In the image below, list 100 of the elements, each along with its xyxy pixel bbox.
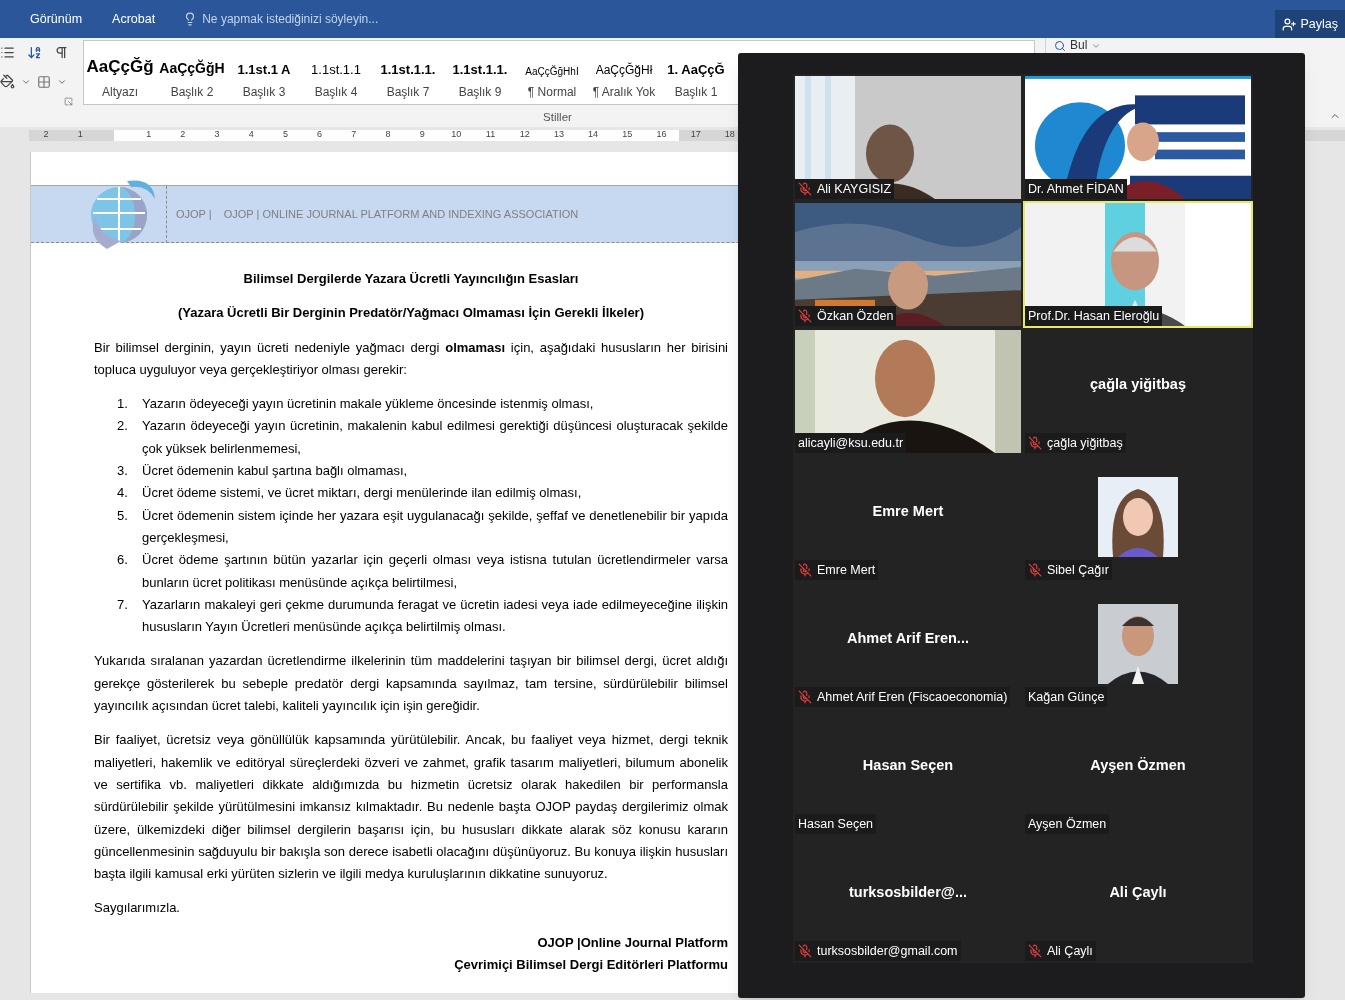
share-button[interactable]: Paylaş [1275, 10, 1345, 38]
style-sample: 1.1st.1.1 [311, 60, 361, 79]
list-item: Yazarın ödeyeceği yayın ücretinin makale yükleme öncesinde istenmiş olması, [142, 395, 594, 414]
list-item: Yazarların makaleyi geri çekme durumunda feragat ve ücretin iadesi veya iade edilmeyeceğine ilişkin hususların Yayın Ücretleri menüsünde açıkça belirtilmiş olması. [142, 595, 728, 637]
style-item[interactable]: AaÇçĞğH Başlık 2 [156, 41, 228, 104]
ruler-number: 1 [145, 128, 153, 142]
document-subtitle: (Yazara Ücretli Bir Derginin Predatör/Yağmacı Olmaması İçin Gerekli İlkeler) [176, 304, 645, 323]
ruler-number: 2 [42, 128, 50, 142]
ruler-number: 15 [621, 128, 634, 142]
list-number: 7. [117, 595, 129, 614]
participant-name: turksosbilder@gmail.com [817, 942, 958, 960]
style-item[interactable]: 1.1st.1.1 Başlık 4 [300, 41, 372, 104]
list-number: 6. [117, 551, 129, 570]
menu-tab[interactable]: Görünüm [30, 9, 83, 29]
display-name: Ahmet Arif Eren... [847, 628, 969, 648]
list-number: 5. [117, 506, 129, 525]
ruler-number: 10 [450, 128, 463, 142]
borders-icon[interactable] [37, 74, 51, 89]
muted-mic-icon [798, 690, 812, 704]
participant-name: Ahmet Arif Eren (Fiscaoeconomia) [817, 688, 1008, 706]
display-name: turksosbilder@... [848, 882, 968, 902]
list-item: Ücret ödeme şartının bütün yazarlar için geçerli olması veya istisna tutulan ücretlendirmeler varsa bunların ücret politikası menüsünde açıkça belirtilmesi, [142, 551, 728, 592]
paint-bucket-icon[interactable] [0, 74, 15, 89]
participant-name: çağla yiğitbaş [1047, 434, 1123, 452]
participant-name: Kağan Günçe [1028, 688, 1105, 706]
style-sample: AaÇçĞğHhI [525, 64, 579, 79]
style-sample: AaÇçĞğHł [595, 61, 653, 79]
ruler-number: 12 [518, 128, 531, 142]
style-item[interactable]: 1.1st.1.1. Başlık 9 [444, 41, 516, 104]
participant-name: Ali KAYGISIZ [817, 180, 892, 198]
ruler-number: 18 [723, 128, 736, 142]
list-number: 3. [117, 462, 129, 481]
header-text: OJOP | [176, 206, 212, 222]
muted-mic-icon [798, 309, 812, 323]
style-item[interactable]: 1.1st.1 A Başlık 3 [228, 41, 300, 104]
participant-name: Dr. Ahmet FİDAN [1028, 180, 1124, 198]
ruler-number: 5 [281, 128, 289, 142]
group-label: Stiller [543, 110, 572, 125]
style-item[interactable]: 1.1st.1.1. Başlık 7 [372, 41, 444, 104]
style-name: ¶ Aralık Yok [592, 84, 656, 101]
participant-name: Hasan Seçen [798, 815, 874, 833]
list-number: 2. [117, 417, 129, 436]
participant-name: Prof.Dr. Hasan Eleroğlu [1028, 307, 1160, 325]
style-name: Başlık 9 [458, 84, 502, 101]
paragraph: Bir faaliyet, ücretsiz veya gönüllülük kapsamında yürütülebilir. Ancak, bu faaliyet veya hizmet, dergi teknik maliyetleri, hakemlik ve editöryal süreçlerdeki özveri ve zahmet, grafik tasarım maliyetleri, bilumum abonelik ve sertifika vb. maliyetleri dikkate aldığımızda bu hizmetin ücretsiz olarak hakedilen bir performansla sürdürülebilir şekilde yürütülmesini imkansız kılmaktadır. Bu nedenle başta OJOP paydaş dergilerimiz olmak üzere, ülkemizdeki diğer bilimsel dergilerin başarısı için, bu hususları dikkate alarak söz konusu kararın güncellenmesinin sağduyulu bir bakışla son derece isabetli olacağını düşünüyoruz. Bu konuya ilişkin hususları başta ilgili kamusal erki yürüten sizlerin ve ilgili medya kuruluşlarının dikkatine sunuyoruz. [94, 731, 728, 884]
style-sample: 1.1st.1 A [237, 60, 291, 79]
style-name: Başlık 4 [314, 84, 358, 101]
style-name: Başlık 2 [170, 84, 214, 101]
participant-name: Ayşen Özmen [1028, 815, 1107, 833]
list-item: Ücret ödeme sistemi, ve ücret miktarı, dergi menülerinde ilan edilmiş olması, [142, 484, 582, 503]
style-item[interactable]: 1. AaÇçĞ Başlık 1 [660, 41, 732, 104]
ruler-number: 6 [316, 128, 324, 142]
ruler-number: 9 [418, 128, 426, 142]
participant-name: Emre Mert [817, 561, 876, 579]
ruler-number: 3 [213, 128, 221, 142]
style-item[interactable]: AaÇçĞğHł ¶ Aralık Yok [588, 41, 660, 104]
style-name: Başlık 1 [674, 84, 718, 101]
style-name: Başlık 3 [242, 84, 286, 101]
style-item[interactable]: AaÇçĞğHhI ¶ Normal [516, 41, 588, 104]
list-number: 4. [117, 484, 129, 503]
find-button[interactable]: Bul [1054, 39, 1102, 52]
participant-name: Ali Çaylı [1047, 942, 1093, 960]
add-user-icon [1282, 16, 1297, 32]
style-item[interactable]: AaÇçĞğ Altyazı [84, 41, 156, 104]
paragraph: Yukarıda sıralanan yazardan ücretlendirme ilkelerinin tüm maddelerini taşıyan bir bilimsel dergi, ücret aldığı gerekçe gösterilerek bu sebeple predatör dergi kapsamında sayılmaz, tam tersine, sürdürülebilir bilimsel yayıncılık açısından ücret talebi, kaliteli yayıncılık için işin gereğidir. [94, 652, 728, 716]
ruler-number: 2 [179, 128, 187, 142]
header-text: OJOP | ONLINE JOURNAL PLATFORM AND INDEXING ASSOCIATION [223, 206, 579, 222]
style-sample: 1.1st.1.1. [452, 60, 508, 79]
paragraph: Bir bilimsel derginin, yayın ücreti nedeniyle yağmacı dergi olmaması için, aşağıdaki hususların her birisini topluca uyguluyor veya gerçekleştiriyor olması gerekir: [94, 338, 728, 379]
muted-mic-icon [798, 944, 812, 958]
ruler-number: 8 [384, 128, 392, 142]
muted-mic-icon [798, 182, 812, 196]
dialog-launcher-icon[interactable] [64, 97, 73, 106]
style-name: Altyazı [102, 84, 138, 101]
ruler-number: 17 [689, 128, 702, 142]
display-name: Hasan Seçen [862, 755, 954, 775]
style-name: ¶ Normal [527, 84, 577, 101]
ruler-number: 14 [587, 128, 600, 142]
ruler-number: 1 [76, 128, 84, 142]
ruler-number: 13 [552, 128, 565, 142]
display-name: Emre Mert [872, 501, 944, 521]
signature-line: OJOP |Online Journal Platform [537, 933, 728, 952]
list-item: Ücret ödemenin sistem içinde her yazara eşit uygulanacağı şekilde, şeffaf ve denetlenebilir bir yapıda gerçekleşmesi, [142, 506, 728, 547]
menu-tab[interactable]: Acrobat [112, 9, 156, 29]
list-item: Ücret ödemenin kabul şartına bağlı olmaması, [142, 462, 408, 481]
style-sample: AaÇçĞğH [159, 58, 225, 78]
list-icon[interactable] [0, 45, 15, 60]
sort-icon[interactable] [27, 45, 42, 60]
participant-name: Sibel Çağır [1047, 561, 1109, 579]
display-name: çağla yiğitbaş [1090, 374, 1186, 394]
participant-name: alicayli@ksu.edu.tr [798, 434, 904, 452]
display-name: Ayşen Özmen [1090, 755, 1186, 775]
muted-mic-icon [1028, 563, 1042, 577]
pilcrow-icon[interactable] [54, 45, 69, 60]
document-title: Bilimsel Dergilerde Yazara Ücretli Yayıncılığın Esasları [242, 270, 580, 288]
paragraph: Saygılarımızla. [94, 899, 181, 918]
muted-mic-icon [1028, 944, 1042, 958]
search-icon [1054, 39, 1066, 52]
display-name: Ali Çaylı [1109, 882, 1167, 902]
style-sample: AaÇçĞğ [86, 55, 154, 78]
